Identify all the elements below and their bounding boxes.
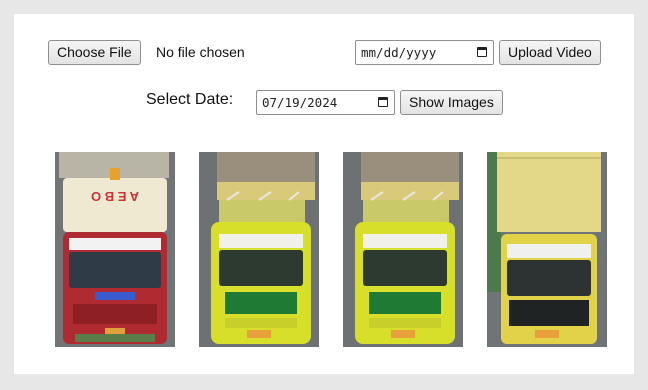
calendar-icon[interactable] <box>477 47 487 57</box>
svg-text:A E B O: A E B O <box>91 189 139 204</box>
calendar-icon[interactable] <box>378 97 388 107</box>
truck-image-1: A E B O <box>55 152 175 347</box>
video-date-input[interactable]: mm/dd/yyyy <box>355 40 494 65</box>
choose-file-button[interactable]: Choose File <box>48 40 141 65</box>
upload-video-button[interactable]: Upload Video <box>499 40 601 65</box>
show-images-button[interactable]: Show Images <box>400 90 503 115</box>
video-date-value: mm/dd/yyyy <box>361 45 437 60</box>
select-date-value: 07/19/2024 <box>262 95 338 110</box>
truck-image-2 <box>199 152 319 347</box>
select-date-label: Select Date: <box>146 91 234 108</box>
truck-image-3 <box>343 152 463 347</box>
page-panel: Choose File No file chosen mm/dd/yyyy Up… <box>14 14 634 374</box>
truck-image-4 <box>487 152 607 347</box>
select-date-input[interactable]: 07/19/2024 <box>256 90 395 115</box>
no-file-chosen-text: No file chosen <box>156 44 245 60</box>
